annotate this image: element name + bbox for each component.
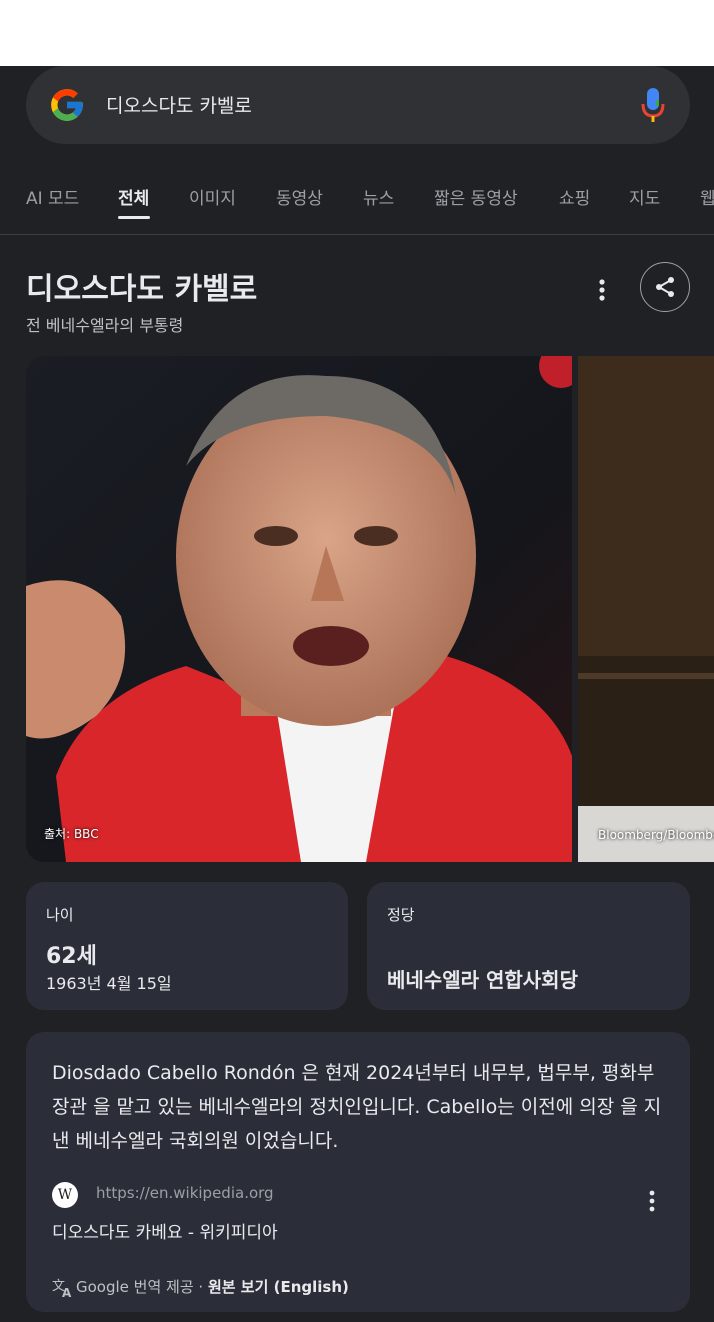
tab-all[interactable]: 전체 xyxy=(118,184,149,209)
source-url[interactable]: https://en.wikipedia.org xyxy=(96,1184,274,1202)
translate-provider: Google 번역 제공 xyxy=(76,1278,194,1296)
description-card: Diosdado Cabello Rondón 은 현재 2024년부터 내무부… xyxy=(26,1032,690,1312)
birth-date: 1963년 4월 15일 xyxy=(46,974,172,993)
second-image xyxy=(578,356,714,862)
image-caption: Bloomberg/Bloomberg xyxy=(598,828,714,842)
share-button[interactable] xyxy=(640,262,690,312)
wikipedia-icon: W xyxy=(52,1182,78,1208)
tab-news[interactable]: 뉴스 xyxy=(363,184,394,209)
tab-web[interactable]: 웹 xyxy=(700,184,714,209)
search-bar[interactable]: 디오스다도 카벨로 xyxy=(26,66,690,144)
tab-maps[interactable]: 지도 xyxy=(629,184,660,209)
tab-videos[interactable]: 동영상 xyxy=(276,184,323,209)
svg-text:A: A xyxy=(62,1286,72,1299)
age-label: 나이 xyxy=(46,906,74,924)
tab-images[interactable]: 이미지 xyxy=(189,184,236,209)
party-value: 베네수엘라 연합사회당 xyxy=(387,968,578,992)
age-card[interactable]: 나이 62세 1963년 4월 15일 xyxy=(26,882,348,1010)
translation-row: 文 A Google 번역 제공 · 원본 보기 (English) xyxy=(52,1276,349,1299)
description-text: Diosdado Cabello Rondón 은 현재 2024년부터 내무부… xyxy=(52,1062,662,1152)
search-tabs: AI 모드 전체 이미지 동영상 뉴스 짧은 동영상 쇼핑 지도 웹 xyxy=(0,170,714,235)
tab-shopping[interactable]: 쇼핑 xyxy=(559,184,590,209)
image-caption: 출처: BBC xyxy=(44,827,99,841)
entity-photo-second[interactable]: Bloomberg/Bloomberg xyxy=(578,356,714,862)
tab-ai-mode[interactable]: AI 모드 xyxy=(26,184,79,209)
party-card[interactable]: 정당 베네수엘라 연합사회당 xyxy=(367,882,690,1010)
tab-short-videos[interactable]: 짧은 동영상 xyxy=(434,184,518,209)
entity-photo-main[interactable]: 출처: BBC xyxy=(26,356,572,862)
view-original-link[interactable]: 원본 보기 (English) xyxy=(208,1278,349,1296)
status-area xyxy=(0,0,714,66)
entity-title: 디오스다도 카벨로 xyxy=(26,272,258,307)
source-title-link[interactable]: 디오스다도 카베요 - 위키피디아 xyxy=(52,1218,278,1243)
source-more-options-icon[interactable] xyxy=(642,1188,662,1214)
active-tab-indicator xyxy=(118,216,150,219)
portrait-image xyxy=(26,356,572,862)
search-input[interactable]: 디오스다도 카벨로 xyxy=(106,91,252,118)
share-icon xyxy=(656,277,674,297)
entity-subtitle: 전 베네수엘라의 부통령 xyxy=(26,316,184,335)
party-label: 정당 xyxy=(387,906,415,924)
microphone-icon[interactable] xyxy=(640,86,666,124)
separator: · xyxy=(193,1278,208,1296)
google-logo-icon xyxy=(51,89,83,121)
more-options-icon[interactable] xyxy=(588,274,616,306)
age-value: 62세 xyxy=(46,944,97,969)
translate-icon: 文 A xyxy=(52,1279,72,1299)
